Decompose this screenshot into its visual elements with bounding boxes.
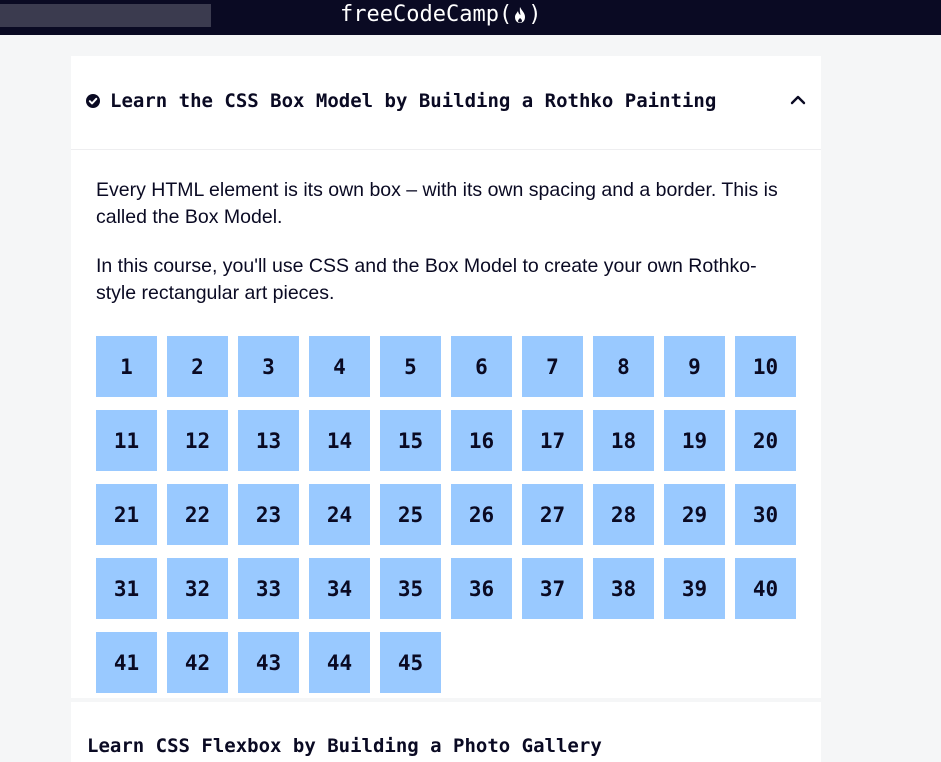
step-link[interactable]: 21 (96, 484, 157, 545)
step-link[interactable]: 9 (664, 336, 725, 397)
step-link[interactable]: 1 (96, 336, 157, 397)
step-link[interactable]: 38 (593, 558, 654, 619)
next-superblock-card[interactable]: Learn CSS Flexbox by Building a Photo Ga… (71, 702, 821, 762)
block-title: Learn the CSS Box Model by Building a Ro… (110, 90, 717, 112)
brand-suffix: ) (528, 2, 542, 27)
block-header-toggle[interactable]: Learn the CSS Box Model by Building a Ro… (71, 56, 821, 150)
step-link[interactable]: 44 (309, 632, 370, 693)
step-link[interactable]: 12 (167, 410, 228, 471)
step-link[interactable]: 17 (522, 410, 583, 471)
step-link[interactable]: 43 (238, 632, 299, 693)
step-link[interactable]: 13 (238, 410, 299, 471)
step-link[interactable]: 14 (309, 410, 370, 471)
step-link[interactable]: 5 (380, 336, 441, 397)
step-link[interactable]: 40 (735, 558, 796, 619)
step-link[interactable]: 28 (593, 484, 654, 545)
top-navbar: freeCodeCamp( ) (0, 0, 941, 35)
step-link[interactable]: 41 (96, 632, 157, 693)
step-link[interactable]: 29 (664, 484, 725, 545)
step-link[interactable]: 4 (309, 336, 370, 397)
next-block-title: Learn CSS Flexbox by Building a Photo Ga… (87, 735, 602, 757)
step-link[interactable]: 18 (593, 410, 654, 471)
step-link[interactable]: 16 (451, 410, 512, 471)
step-link[interactable]: 8 (593, 336, 654, 397)
step-link[interactable]: 42 (167, 632, 228, 693)
superblock-card: Learn the CSS Box Model by Building a Ro… (71, 56, 821, 698)
step-link[interactable]: 25 (380, 484, 441, 545)
step-link[interactable]: 7 (522, 336, 583, 397)
step-link[interactable]: 19 (664, 410, 725, 471)
step-link[interactable]: 15 (380, 410, 441, 471)
step-link[interactable]: 39 (664, 558, 725, 619)
step-link[interactable]: 26 (451, 484, 512, 545)
block-description: In this course, you'll use CSS and the B… (96, 255, 757, 304)
step-link[interactable]: 27 (522, 484, 583, 545)
step-link[interactable]: 24 (309, 484, 370, 545)
brand-prefix: freeCodeCamp( (340, 2, 513, 27)
step-link[interactable]: 36 (451, 558, 512, 619)
step-link[interactable]: 20 (735, 410, 796, 471)
block-description: Every HTML element is its own box – with… (96, 179, 778, 228)
step-link[interactable]: 22 (167, 484, 228, 545)
search-input[interactable] (0, 4, 211, 27)
step-link[interactable]: 31 (96, 558, 157, 619)
step-link[interactable]: 6 (451, 336, 512, 397)
check-circle-icon (86, 94, 100, 108)
step-link[interactable]: 37 (522, 558, 583, 619)
step-link[interactable]: 35 (380, 558, 441, 619)
step-link[interactable]: 33 (238, 558, 299, 619)
step-link[interactable]: 30 (735, 484, 796, 545)
step-link[interactable]: 23 (238, 484, 299, 545)
step-link[interactable]: 11 (96, 410, 157, 471)
freecodecamp-logo[interactable]: freeCodeCamp( ) (340, 0, 541, 30)
step-link[interactable]: 3 (238, 336, 299, 397)
step-link[interactable]: 32 (167, 558, 228, 619)
chevron-up-icon (790, 95, 806, 105)
step-link[interactable]: 45 (380, 632, 441, 693)
step-link[interactable]: 34 (309, 558, 370, 619)
flame-icon (515, 7, 526, 23)
step-link[interactable]: 10 (735, 336, 796, 397)
step-link[interactable]: 2 (167, 336, 228, 397)
